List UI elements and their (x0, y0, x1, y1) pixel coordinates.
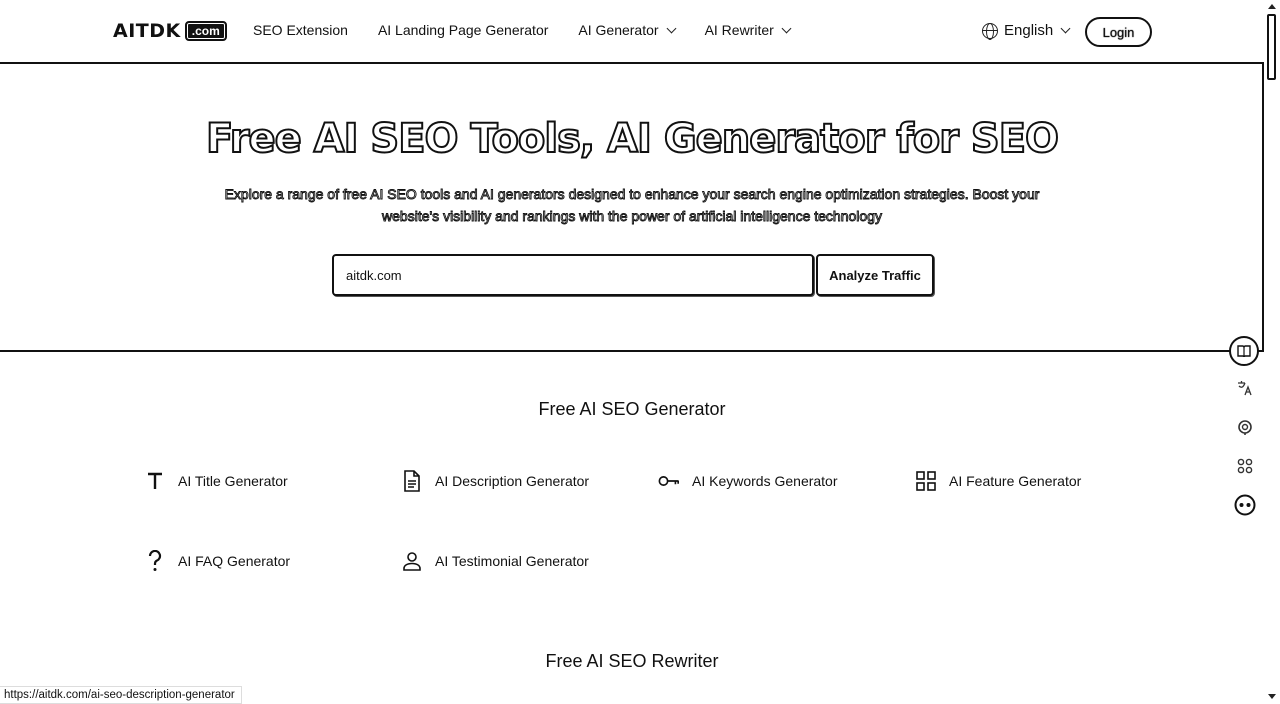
tool-label: AI FAQ Generator (178, 553, 291, 569)
key-icon (658, 470, 680, 492)
logo-text: AITDK (113, 20, 181, 42)
tool-ai-keywords-generator[interactable]: AI Keywords Generator (658, 470, 838, 492)
title-icon (144, 470, 166, 492)
robot-icon[interactable] (1232, 492, 1258, 518)
apps-icon[interactable] (1232, 453, 1258, 479)
generator-section-title: Free AI SEO Generator (538, 399, 726, 419)
chevron-down-icon (1060, 23, 1071, 34)
nav-label: AI Generator (578, 22, 659, 38)
chevron-down-icon (781, 23, 792, 33)
hero-subtitle: Explore a range of free AI SEO tools and… (224, 186, 1040, 225)
site-header: AITDK .com SEO Extension AI Landing Page… (0, 0, 1264, 62)
domain-input[interactable] (334, 256, 812, 294)
site-logo[interactable]: AITDK .com (113, 20, 227, 42)
chevron-down-icon (666, 23, 677, 33)
tool-label: AI Title Generator (178, 473, 288, 489)
globe-icon (982, 22, 998, 40)
tool-ai-description-generator[interactable]: AI Description Generator (401, 470, 589, 492)
user-icon (401, 550, 423, 572)
nav-label: AI Rewriter (704, 22, 774, 38)
nav-label: AI Landing Page Generator (377, 22, 549, 38)
hero-title: Free AI SEO Tools, AI Generator for SEO (205, 115, 1060, 163)
language-label: English (1004, 22, 1054, 39)
scroll-thumb[interactable] (1267, 14, 1276, 80)
tool-label: AI Testimonial Generator (435, 553, 589, 569)
tool-label: AI Description Generator (435, 473, 590, 489)
tool-label: AI Feature Generator (949, 473, 1082, 489)
nav-ai-generator[interactable]: AI Generator (578, 22, 677, 38)
analyze-traffic-button[interactable]: Analyze Traffic (816, 254, 934, 296)
nav-label: SEO Extension (253, 22, 348, 38)
language-selector[interactable]: English (982, 22, 1071, 40)
tool-ai-feature-generator[interactable]: AI Feature Generator (915, 470, 1081, 492)
nav-seo-extension[interactable]: SEO Extension (253, 22, 348, 38)
translate-icon[interactable] (1232, 375, 1258, 401)
tool-ai-faq-generator[interactable]: AI FAQ Generator (144, 550, 290, 572)
tool-ai-title-generator[interactable]: AI Title Generator (144, 470, 288, 492)
tool-ai-testimonial-generator[interactable]: AI Testimonial Generator (401, 550, 589, 572)
nav-ai-landing-page-generator[interactable]: AI Landing Page Generator (378, 22, 548, 38)
link-status-bar: https://aitdk.com/ai-seo-description-gen… (0, 686, 242, 704)
main-nav: SEO Extension AI Landing Page Generator … (253, 22, 792, 38)
assistant-icon[interactable] (1232, 414, 1258, 440)
logo-badge: .com (184, 21, 227, 41)
book-icon[interactable] (1229, 336, 1259, 366)
grid-icon (915, 470, 937, 492)
hero-section: Free AI SEO Tools, AI Generator for SEO … (0, 62, 1264, 352)
scroll-down-arrow-icon[interactable] (1268, 694, 1276, 699)
page-scrollbar[interactable] (1264, 0, 1280, 704)
document-icon (401, 470, 423, 492)
question-icon (144, 550, 166, 572)
nav-ai-rewriter[interactable]: AI Rewriter (704, 22, 792, 38)
domain-search-box (332, 254, 814, 296)
login-button[interactable]: Login (1085, 17, 1152, 47)
tool-label: AI Keywords Generator (692, 473, 838, 489)
rewriter-section-title: Free AI SEO Rewriter (545, 651, 719, 671)
scroll-up-arrow-icon[interactable] (1268, 4, 1276, 9)
